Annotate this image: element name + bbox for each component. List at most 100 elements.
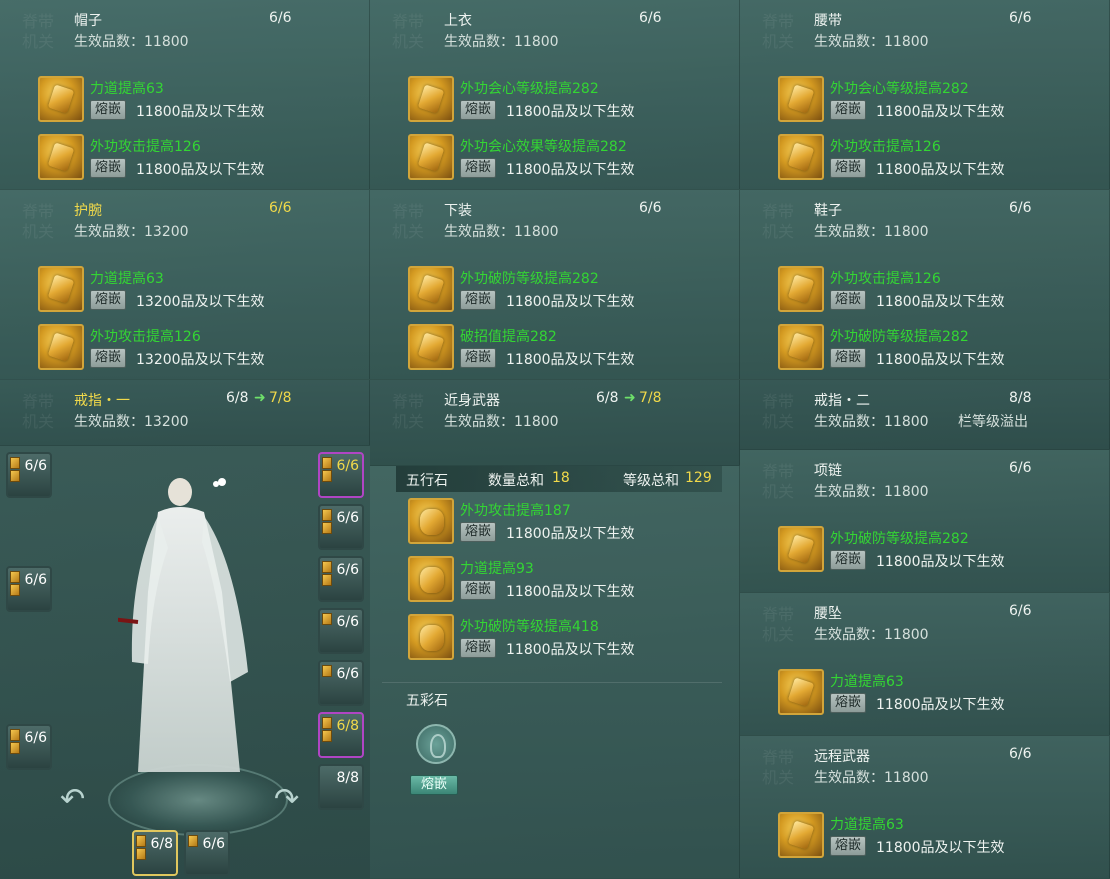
slot-gem-icon xyxy=(10,470,20,482)
gem-icon[interactable] xyxy=(778,76,824,122)
gem-row: 外功破防等级提高282 熔嵌 11800品及以下生效 xyxy=(778,324,1098,372)
wuxing-gem-icon[interactable] xyxy=(408,614,454,660)
fuse-button[interactable]: 熔嵌 xyxy=(90,290,127,310)
equip-slot-right[interactable]: 6/6 xyxy=(318,556,364,602)
gem-limit: 11800品及以下生效 xyxy=(876,697,1005,713)
slot-gem-icon xyxy=(322,509,332,521)
panel-count: 6/6 xyxy=(639,10,662,26)
next-arrow-icon: ➜ xyxy=(624,390,636,406)
gem-row: 外功攻击提高126 熔嵌 13200品及以下生效 xyxy=(38,324,358,372)
equip-slot-right[interactable]: 8/8 xyxy=(318,764,364,810)
gem-icon[interactable] xyxy=(38,266,84,312)
wuxing-title: 五行石 xyxy=(406,473,448,489)
fuse-button[interactable]: 熔嵌 xyxy=(830,158,867,178)
gem-icon[interactable] xyxy=(778,134,824,180)
gem-icon[interactable] xyxy=(408,266,454,312)
equip-slot-bottom[interactable]: 6/6 xyxy=(184,830,230,876)
wuxing-count-label: 数量总和 xyxy=(488,473,544,489)
fuse-button[interactable]: 熔嵌 xyxy=(460,348,497,368)
gem-row: 外功攻击提高126 熔嵌 11800品及以下生效 xyxy=(38,134,358,182)
slot-gem-icon xyxy=(10,457,20,469)
gem-limit: 11800品及以下生效 xyxy=(506,352,635,368)
wucai-fuse-button[interactable]: 熔嵌 xyxy=(410,775,458,795)
equip-slot-right[interactable]: 6/6 xyxy=(318,452,364,498)
fuse-button[interactable]: 熔嵌 xyxy=(830,100,867,120)
equip-slot-bottom[interactable]: 6/8 xyxy=(132,830,178,876)
gem-limit: 11800品及以下生效 xyxy=(876,840,1005,856)
panel-melee: 脊带 机关 近身武器 6/8 ➜ 7/8 生效品数：11800 xyxy=(370,380,740,466)
equip-slot-left[interactable]: 6/6 xyxy=(6,452,52,498)
wuxing-gem-icon[interactable] xyxy=(408,556,454,602)
fuse-button[interactable]: 熔嵌 xyxy=(460,580,497,600)
fuse-button[interactable]: 熔嵌 xyxy=(830,693,867,713)
fuse-button[interactable]: 熔嵌 xyxy=(460,290,497,310)
gem-row: 力道提高63 熔嵌 11800品及以下生效 xyxy=(778,669,1098,717)
panel-grade: 生效品数：13200 xyxy=(74,414,189,430)
gem-effect: 外功攻击提高187 xyxy=(460,503,571,519)
gem-effect: 外功会心效果等级提高282 xyxy=(460,139,627,155)
gem-effect: 外功会心等级提高282 xyxy=(460,81,599,97)
gem-limit: 11800品及以下生效 xyxy=(136,162,265,178)
gem-icon[interactable] xyxy=(778,812,824,858)
panel-title: 鞋子 xyxy=(814,203,842,219)
gem-effect: 力道提高63 xyxy=(830,817,904,833)
panel-count: 6/6 xyxy=(1009,460,1032,476)
gem-icon[interactable] xyxy=(778,526,824,572)
fuse-button[interactable]: 熔嵌 xyxy=(830,550,867,570)
panel-title: 近身武器 xyxy=(444,393,500,409)
equip-slot-right[interactable]: 6/6 xyxy=(318,608,364,654)
watermark: 脊带 机关 xyxy=(762,392,795,431)
panel-title: 戒指・二 xyxy=(814,393,870,409)
divider xyxy=(382,682,722,683)
fuse-button[interactable]: 熔嵌 xyxy=(90,348,127,368)
panel-grade: 生效品数：11800 xyxy=(814,34,929,50)
panel-count: 6/8 xyxy=(226,390,249,406)
watermark: 脊带 机关 xyxy=(762,605,795,644)
slot-gem-icon xyxy=(322,613,332,625)
gem-icon[interactable] xyxy=(778,669,824,715)
gem-icon[interactable] xyxy=(778,324,824,370)
equip-slot-right[interactable]: 6/8 xyxy=(318,712,364,758)
panel-wrist: 脊带 机关 护腕 6/6 生效品数：13200 力道提高63 熔嵌 13200品… xyxy=(0,190,370,380)
equip-slot-left[interactable]: 6/6 xyxy=(6,566,52,612)
gem-effect: 力道提高63 xyxy=(830,674,904,690)
wucai-slot[interactable] xyxy=(416,724,456,764)
equip-slot-left[interactable]: 6/6 xyxy=(6,724,52,770)
gem-effect: 力道提高63 xyxy=(90,81,164,97)
equip-slot-right[interactable]: 6/6 xyxy=(318,504,364,550)
slot-gem-icon xyxy=(322,730,332,742)
gem-row: 外功攻击提高126 熔嵌 11800品及以下生效 xyxy=(778,266,1098,314)
rotate-left-icon[interactable]: ↶ xyxy=(60,782,85,817)
gem-icon[interactable] xyxy=(408,324,454,370)
slot-gem-icon xyxy=(136,848,146,860)
gem-limit: 11800品及以下生效 xyxy=(506,584,635,600)
panel-count: 6/6 xyxy=(1009,10,1032,26)
fuse-button[interactable]: 熔嵌 xyxy=(830,290,867,310)
gem-icon[interactable] xyxy=(38,76,84,122)
fuse-button[interactable]: 熔嵌 xyxy=(460,100,497,120)
fuse-button[interactable]: 熔嵌 xyxy=(830,348,867,368)
equip-slot-right[interactable]: 6/6 xyxy=(318,660,364,706)
fuse-button[interactable]: 熔嵌 xyxy=(830,836,867,856)
wuxing-header: 五行石 数量总和 18 等级总和 129 xyxy=(396,466,722,492)
slot-gem-icon xyxy=(188,835,198,847)
slot-count: 6/6 xyxy=(336,562,359,578)
gem-limit: 11800品及以下生效 xyxy=(506,294,635,310)
gem-icon[interactable] xyxy=(38,134,84,180)
gem-icon[interactable] xyxy=(38,324,84,370)
gem-icon[interactable] xyxy=(408,134,454,180)
wuxing-level-label: 等级总和 xyxy=(623,473,679,489)
gem-icon[interactable] xyxy=(778,266,824,312)
fuse-button[interactable]: 熔嵌 xyxy=(460,158,497,178)
panel-grade: 生效品数：11800 xyxy=(814,224,929,240)
watermark: 脊带 机关 xyxy=(762,462,795,501)
gem-icon[interactable] xyxy=(408,76,454,122)
fuse-button[interactable]: 熔嵌 xyxy=(460,638,497,658)
gem-row: 力道提高63 熔嵌 13200品及以下生效 xyxy=(38,266,358,314)
fuse-button[interactable]: 熔嵌 xyxy=(460,522,497,542)
fuse-button[interactable]: 熔嵌 xyxy=(90,158,127,178)
watermark: 脊带 机关 xyxy=(762,202,795,241)
wuxing-gem-icon[interactable] xyxy=(408,498,454,544)
panel-count: 6/6 xyxy=(1009,746,1032,762)
fuse-button[interactable]: 熔嵌 xyxy=(90,100,127,120)
